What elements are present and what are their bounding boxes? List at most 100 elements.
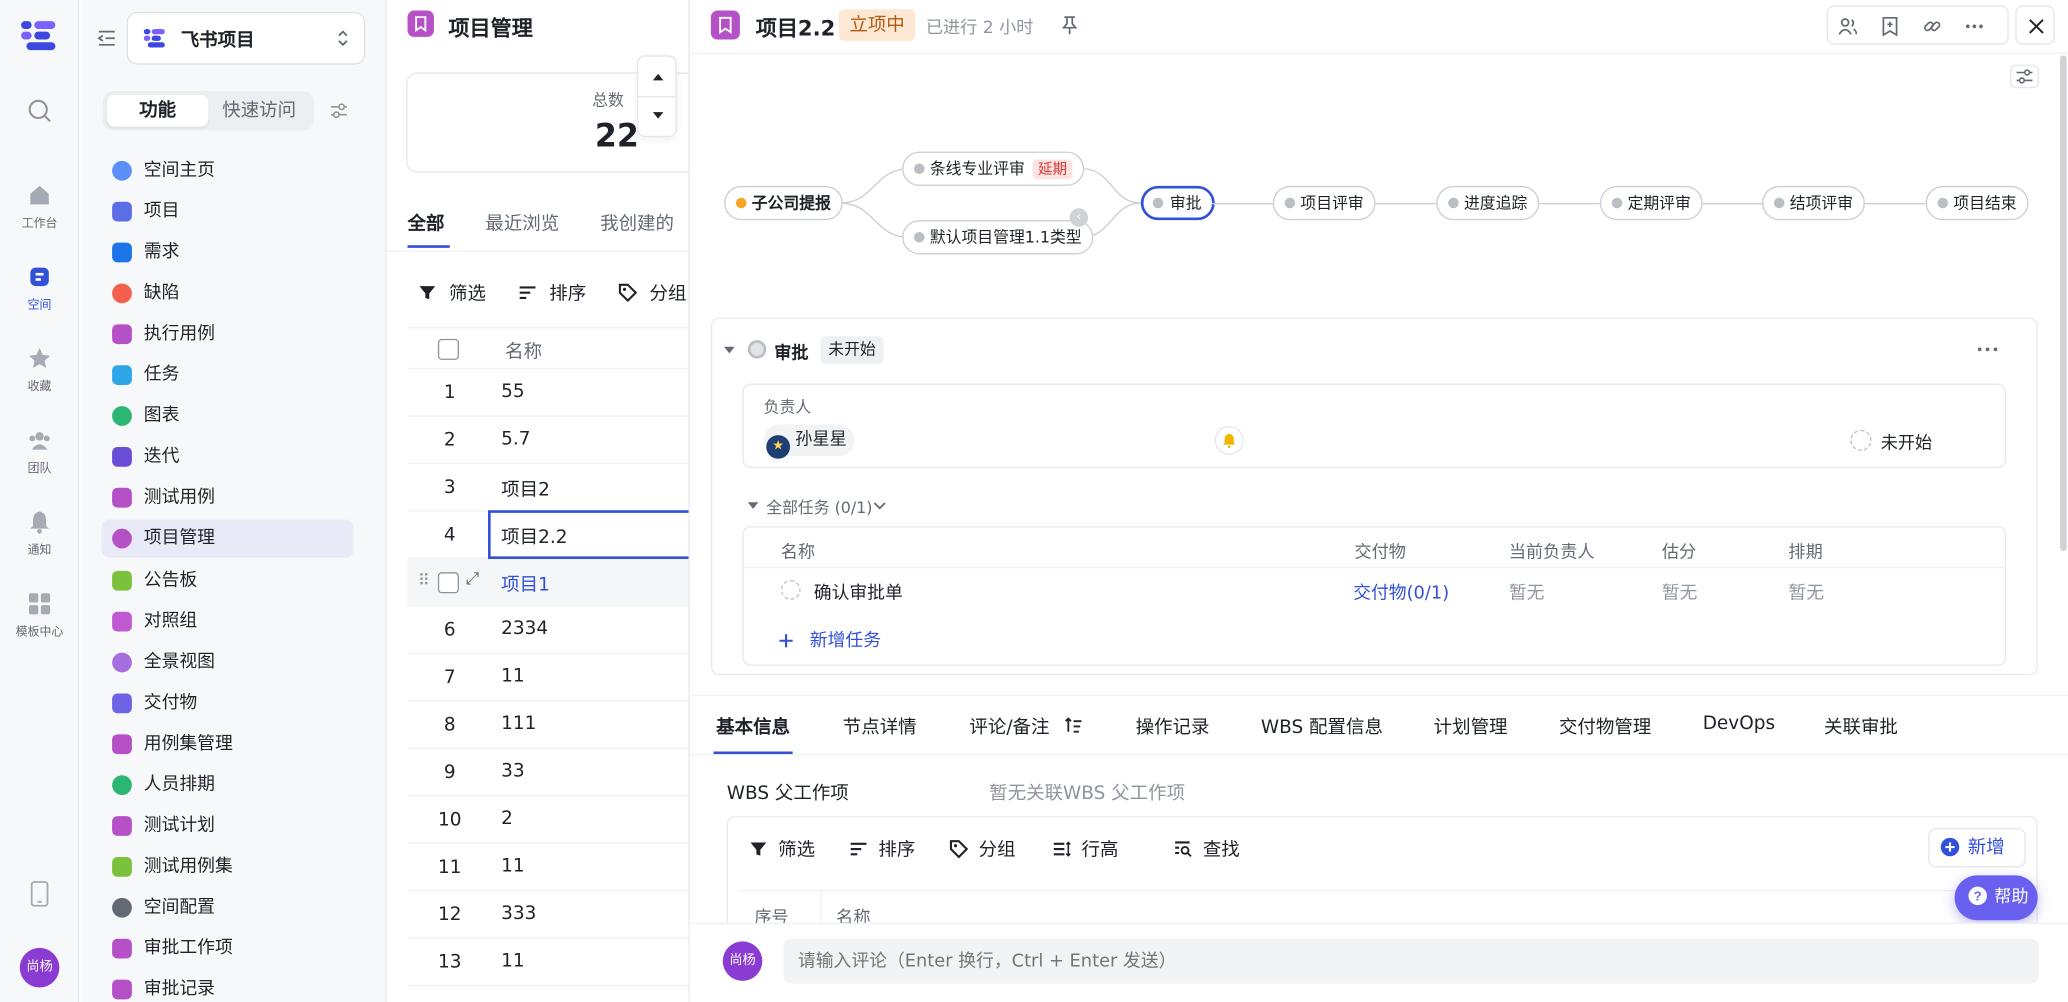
task-owner[interactable]: 暂无: [1509, 577, 1545, 604]
rail-favorites[interactable]: 收藏: [0, 345, 79, 394]
close-button[interactable]: [2015, 5, 2055, 45]
segment-features[interactable]: 功能: [106, 94, 209, 127]
table-row[interactable]: 6 2334: [407, 606, 689, 654]
remind-button[interactable]: [1214, 425, 1244, 455]
row-name[interactable]: 333: [501, 903, 536, 924]
row-name[interactable]: 项目2: [501, 476, 550, 502]
table-row[interactable]: 12 333: [407, 891, 689, 939]
expand-icon[interactable]: ⤢: [466, 570, 480, 590]
task-name[interactable]: 确认审批单: [814, 577, 903, 604]
search-icon[interactable]: [26, 98, 52, 124]
tab-wbs-config[interactable]: WBS 配置信息: [1261, 713, 1383, 739]
sidebar-item[interactable]: 用例集管理: [102, 725, 354, 763]
sidebar-item[interactable]: 图表: [102, 397, 354, 435]
table-row[interactable]: 3 项目2: [407, 464, 689, 512]
pin-icon[interactable]: [1060, 15, 1078, 36]
settings-sliders-icon[interactable]: [328, 100, 349, 121]
wbs-row-height-button[interactable]: 行高: [1052, 836, 1118, 862]
caret-down-icon[interactable]: [650, 109, 666, 122]
row-checkbox[interactable]: [437, 572, 459, 594]
workflow-node[interactable]: 进度追踪: [1436, 185, 1540, 221]
sidebar-item[interactable]: 对照组: [102, 602, 354, 640]
node-more-icon[interactable]: [1977, 345, 1998, 353]
sidebar-item[interactable]: 需求: [102, 233, 354, 271]
sidebar-item[interactable]: 执行用例: [102, 315, 354, 353]
task-status-icon[interactable]: [780, 580, 801, 600]
table-row[interactable]: 13 11: [407, 939, 689, 987]
more-icon[interactable]: [1964, 16, 1985, 37]
group-button[interactable]: 分组: [618, 280, 686, 306]
sidebar-item[interactable]: 公告板: [102, 561, 354, 599]
bookmark-add-icon[interactable]: [1879, 16, 1900, 37]
mobile-icon[interactable]: [28, 881, 52, 907]
tab-comments[interactable]: 评论/备注: [969, 713, 1049, 739]
sidebar-item[interactable]: 项目: [102, 193, 354, 231]
item-title[interactable]: 项目2.2: [756, 11, 836, 43]
rail-workbench[interactable]: 工作台: [0, 182, 79, 231]
row-name[interactable]: 2: [501, 808, 513, 829]
table-row[interactable]: 10 2: [407, 796, 689, 844]
tab-deliverable-management[interactable]: 交付物管理: [1559, 713, 1651, 739]
sidebar-item[interactable]: 交付物: [102, 684, 354, 722]
wbs-group-button[interactable]: 分组: [949, 836, 1016, 862]
workflow-node-branch-bottom[interactable]: 默认项目管理1.1类型: [902, 220, 1094, 255]
table-row[interactable]: 7 11: [407, 654, 689, 702]
table-row[interactable]: 11 11: [407, 844, 689, 892]
tab-all[interactable]: 全部: [408, 210, 445, 236]
segment-quick-access[interactable]: 快速访问: [208, 95, 310, 127]
workflow-node-branch-top[interactable]: 条线专业评审 延期: [902, 151, 1085, 186]
table-row[interactable]: 1 55: [407, 369, 689, 417]
members-icon[interactable]: [1837, 16, 1858, 37]
filter-button[interactable]: 筛选: [418, 280, 486, 306]
collapse-caret-icon[interactable]: [723, 345, 736, 356]
workflow-node-start[interactable]: 子公司提报: [724, 185, 843, 221]
workflow-node[interactable]: 项目评审: [1272, 185, 1376, 221]
row-name[interactable]: 项目1: [501, 571, 550, 597]
sidebar-item[interactable]: 测试用例: [102, 479, 354, 517]
link-icon[interactable]: [1922, 16, 1943, 37]
tab-plan-management[interactable]: 计划管理: [1434, 713, 1508, 739]
task-schedule[interactable]: 暂无: [1788, 577, 1824, 604]
caret-up-icon[interactable]: [650, 70, 666, 83]
sidebar-item[interactable]: 缺陷: [102, 274, 354, 312]
wbs-sort-button[interactable]: 排序: [849, 836, 915, 862]
tab-related-approval[interactable]: 关联审批: [1824, 713, 1898, 739]
detail-scrollbar[interactable]: [2060, 55, 2067, 552]
sidebar-item[interactable]: 任务: [102, 356, 354, 394]
branch-toggle-icon[interactable]: ‹: [1069, 208, 1089, 227]
table-row[interactable]: 2 5.7: [407, 417, 689, 465]
drag-handle-icon[interactable]: ⠿: [418, 571, 430, 589]
owner-chip[interactable]: ★ 孙星星: [763, 424, 855, 459]
sidebar-item[interactable]: 空间配置: [102, 888, 354, 926]
view-settings-icon[interactable]: [2010, 64, 2040, 89]
tab-basic-info[interactable]: 基本信息: [716, 713, 790, 739]
sidebar-item[interactable]: 项目管理: [101, 520, 354, 559]
tab-devops[interactable]: DevOps: [1703, 713, 1775, 734]
comment-input[interactable]: [783, 938, 2040, 984]
table-row[interactable]: 4 项目2.2: [407, 510, 689, 560]
table-row[interactable]: ⠿ ⤢ 项目1: [407, 559, 689, 607]
workflow-node[interactable]: 定期评审: [1599, 185, 1703, 221]
sort-order-icon[interactable]: [1064, 716, 1082, 734]
sidebar-item[interactable]: 测试计划: [102, 807, 354, 845]
sidebar-item[interactable]: 审批工作项: [102, 929, 354, 967]
workflow-node[interactable]: 项目结束: [1925, 185, 2029, 221]
row-name[interactable]: 33: [501, 761, 525, 782]
sort-button[interactable]: 排序: [518, 280, 586, 306]
row-name[interactable]: 11: [501, 856, 525, 877]
app-logo[interactable]: [18, 18, 60, 52]
wbs-filter-button[interactable]: 筛选: [749, 836, 815, 862]
select-all-checkbox[interactable]: [437, 338, 459, 360]
help-button[interactable]: ? 帮助: [1954, 875, 2038, 921]
row-name[interactable]: 11: [501, 951, 525, 972]
space-selector[interactable]: 飞书项目: [126, 11, 366, 65]
chevron-down-icon[interactable]: [873, 501, 886, 512]
tab-mine[interactable]: 我创建的: [600, 210, 674, 236]
table-row[interactable]: 8 111: [407, 701, 689, 749]
sidebar-item[interactable]: 空间主页: [102, 152, 354, 190]
row-name[interactable]: 5.7: [501, 428, 530, 449]
add-task-button[interactable]: 新增任务: [778, 625, 881, 651]
task-row[interactable]: 确认审批单 交付物(0/1) 暂无 暂无 暂无: [744, 568, 2005, 612]
collapse-sidebar-icon[interactable]: [96, 28, 117, 49]
row-name[interactable]: 111: [501, 713, 536, 734]
